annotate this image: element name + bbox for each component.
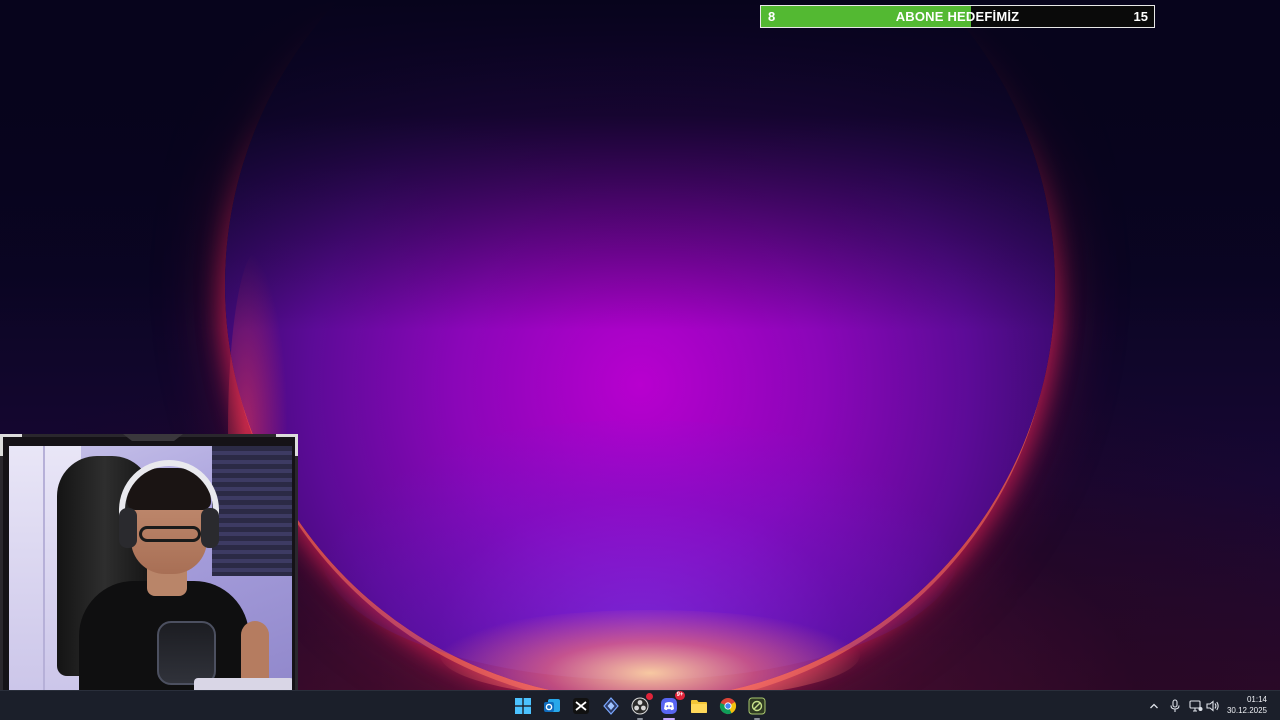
background-blinds [212, 446, 292, 576]
wallpaper-top-shadow [0, 0, 1280, 330]
windows-start-icon[interactable] [512, 695, 534, 717]
clock-time[interactable]: 01:14 [1247, 695, 1267, 704]
headphone-cup-right [201, 508, 219, 548]
subscriber-goal-bar: ABONE HEDEFİMİZ 8 15 [760, 5, 1155, 28]
webcam-overlay [0, 434, 298, 720]
goal-current-count: 8 [768, 9, 776, 24]
wallpaper-horizon-glow [440, 610, 860, 690]
glasses [139, 526, 201, 542]
notification-dot [646, 693, 653, 700]
webcam-feed [9, 446, 292, 714]
discord-badge: 9+ [675, 691, 685, 700]
frame-notch [123, 434, 183, 441]
goal-target-count: 15 [1133, 9, 1148, 24]
volume-icon[interactable] [1205, 698, 1221, 714]
codex-app-icon[interactable] [600, 695, 622, 717]
network-icon[interactable] [1188, 698, 1204, 714]
capcut-icon[interactable] [570, 695, 592, 717]
clock-date[interactable]: 30.12.2025 [1227, 706, 1267, 715]
microphone-icon[interactable] [1167, 698, 1183, 714]
goal-title: ABONE HEDEFİMİZ [895, 9, 1020, 24]
app-green-icon[interactable] [746, 695, 768, 720]
discord-icon[interactable]: 9+ [658, 691, 685, 720]
taskbar: 9+ 01:14 30.12.2025 [0, 690, 1280, 720]
file-explorer-icon[interactable] [688, 695, 710, 717]
frame-corner [276, 434, 298, 456]
microphone [157, 621, 216, 685]
frame-corner [0, 434, 22, 456]
obs-icon[interactable] [629, 693, 653, 720]
outlook-icon[interactable] [541, 695, 563, 717]
chrome-icon[interactable] [717, 695, 739, 717]
chevron-up-icon[interactable] [1146, 698, 1162, 714]
headphone-cup-left [119, 508, 137, 548]
